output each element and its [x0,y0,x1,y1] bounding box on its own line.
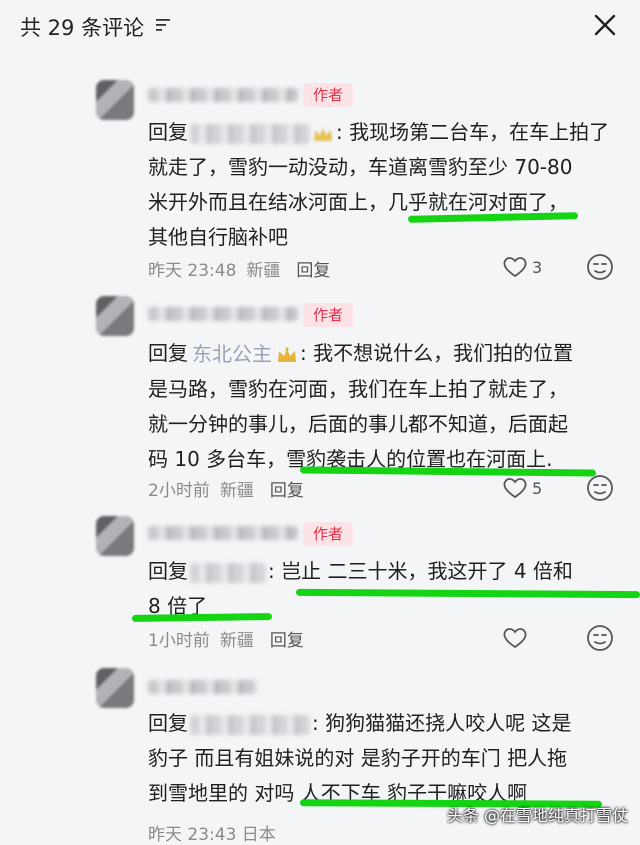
comment-text: 回复: 狗狗猫猫还挠人咬人呢 这是 豹子 而且有姐妹说的对 是豹子开的车门 把人… [148,706,616,811]
like-button[interactable] [502,626,528,650]
emoji-icon[interactable] [586,474,614,502]
reply-button[interactable]: 回复 [296,261,330,281]
reply-target-blurred[interactable] [190,562,266,583]
like-button[interactable]: 5 [502,476,542,500]
comment-line: 狗狗猫猫还挠人咬人呢 这是 [325,711,572,735]
author-badge: 作者 [303,522,353,546]
reply-label: 回复 [148,341,188,365]
sort-icon[interactable] [156,18,172,32]
reply-target[interactable]: 东北公主 [192,337,272,372]
close-icon[interactable] [594,14,616,36]
comments-header: 共 29 条评论 [0,0,640,52]
author-badge: 作者 [303,303,353,327]
reply-label: 回复 [148,559,188,583]
heart-icon [503,478,527,499]
avatar[interactable] [96,668,134,708]
comment-time: 昨天 23:43 日本 [148,825,276,845]
heart-icon [503,257,527,278]
comment-text: 回复: 我现场第二台车，在车上拍了 就走了，雪豹一动没动，车道离雪豹至少 70-… [148,115,616,255]
reply-label: 回复 [148,711,188,735]
comment-time: 1小时前 [148,631,210,651]
comment-line: 其他自行脑补吧 [148,225,288,249]
like-button[interactable]: 3 [502,255,542,279]
comment-meta: 昨天 23:48 新疆 回复 [148,256,340,281]
reply-target-blurred[interactable] [190,714,310,735]
comment-line: 岂止 二三十米，我这开了 4 倍和 [281,559,573,583]
comment-line: 我不想说什么，我们拍的位置 [313,341,574,365]
username-blurred[interactable] [148,680,258,694]
heart-icon [503,628,527,649]
reply-button[interactable]: 回复 [270,631,304,651]
crown-icon [278,346,296,362]
comment-location: 新疆 [219,481,254,501]
comment-time: 2小时前 [148,481,210,501]
comment-text: 回复 东北公主: 我不想说什么，我们拍的位置 是马路，雪豹在河面，我们在车上拍了就… [148,336,616,477]
emoji-icon[interactable] [586,253,614,281]
avatar[interactable] [96,80,134,120]
emoji-icon[interactable] [586,624,614,652]
comment-location: 新疆 [219,631,254,651]
comment-meta: 2小时前 新疆 回复 [148,476,314,501]
comment-meta: 1小时前 新疆 回复 [148,626,314,651]
comment-line: 是马路，雪豹在河面，我们在车上拍了就走了， [148,377,568,401]
username-blurred[interactable] [148,307,298,321]
comment-line: 豹子 而且有姐妹说的对 是豹子开的车门 把人拖 [148,746,568,770]
comment-line: 就一分钟的事儿，后面的事儿都不知道，后面起 [148,412,568,436]
comment-line: 就走了，雪豹一动没动，车道离雪豹至少 70-80 [148,155,573,179]
comment-meta: 昨天 23:43 日本 [148,820,286,845]
avatar[interactable] [96,296,134,336]
author-badge: 作者 [303,83,353,107]
like-count: 5 [532,478,543,498]
comments-count-title: 共 29 条评论 [20,16,145,40]
like-count: 3 [532,257,543,277]
comment-time: 昨天 23:48 [148,261,237,281]
avatar[interactable] [96,516,134,556]
comment-line: 我现场第二台车，在车上拍了 [349,120,610,144]
username-blurred[interactable] [148,88,298,102]
comment-location: 新疆 [246,261,281,281]
watermark: 头条 @在雪地纯真打雪仗 [446,806,628,825]
reply-label: 回复 [148,120,188,144]
reply-button[interactable]: 回复 [270,481,304,501]
crown-icon [314,127,332,141]
reply-target-blurred[interactable] [190,123,310,144]
username-blurred[interactable] [148,526,298,540]
